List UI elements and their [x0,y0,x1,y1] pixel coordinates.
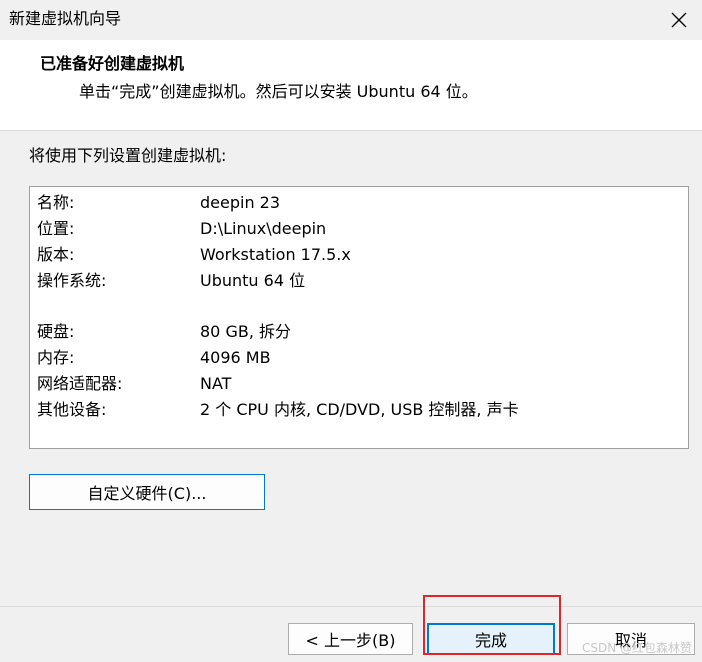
summary-label: 操作系统: [37,271,107,290]
summary-value: 4096 MB [200,348,271,367]
summary-value: NAT [200,374,232,393]
summary-value: 80 GB, 拆分 [200,322,291,341]
summary-label: 名称: [37,193,75,212]
settings-summary: 名称: deepin 23 位置: D:\Linux\deepin 版本: Wo… [29,186,689,449]
summary-value: Workstation 17.5.x [200,245,351,264]
summary-value: D:\Linux\deepin [200,219,327,238]
back-button[interactable]: < 上一步(B) [288,623,413,655]
intro-text: 将使用下列设置创建虚拟机: [29,146,227,165]
summary-label: 内存: [37,348,75,367]
title-bar: 新建虚拟机向导 [0,0,702,40]
summary-value: deepin 23 [200,193,281,212]
summary-label: 版本: [37,245,75,264]
summary-value: Ubuntu 64 位 [200,271,306,290]
customize-hardware-button[interactable]: 自定义硬件(C)... [29,474,265,510]
summary-label: 硬盘: [37,322,75,341]
wizard-header: 已准备好创建虚拟机 单击“完成”创建虚拟机。然后可以安装 Ubuntu 64 位… [0,40,702,131]
watermark: CSDN @红包森林赞 [581,641,692,655]
footer-divider [0,606,702,607]
summary-value: 2 个 CPU 内核, CD/DVD, USB 控制器, 声卡 [200,400,519,419]
summary-label: 网络适配器: [37,374,123,393]
finish-button[interactable]: 完成 [427,623,555,655]
header-subtitle: 单击“完成”创建虚拟机。然后可以安装 Ubuntu 64 位。 [79,82,478,101]
summary-label: 位置: [37,219,75,238]
close-icon [671,12,687,28]
window-title: 新建虚拟机向导 [9,9,122,28]
summary-label: 其他设备: [37,400,107,419]
header-title: 已准备好创建虚拟机 [40,54,185,73]
close-button[interactable] [656,0,702,40]
